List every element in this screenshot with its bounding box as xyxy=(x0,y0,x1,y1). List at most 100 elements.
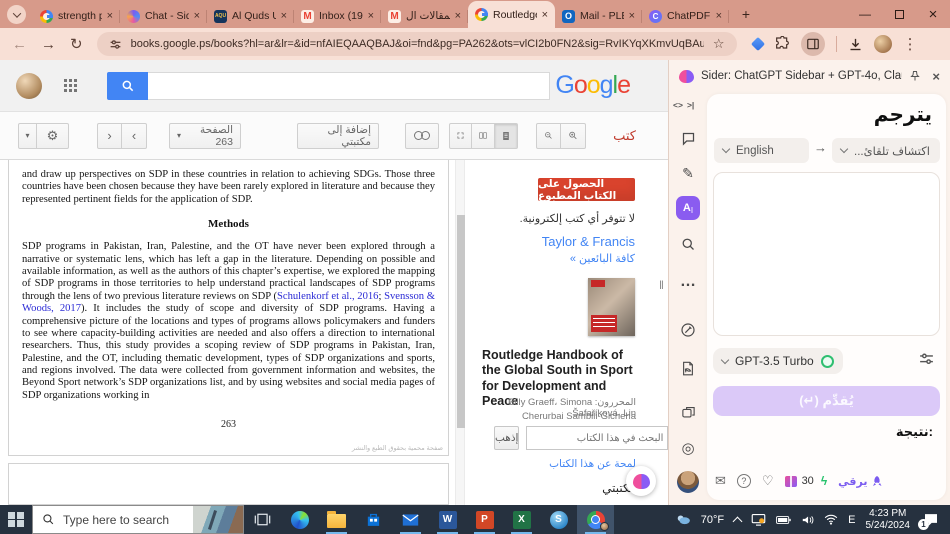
taskbar-app-excel[interactable]: X xyxy=(503,505,540,534)
all-sellers-link[interactable]: كافة البائعين » xyxy=(478,252,635,265)
target-lang-select[interactable]: English xyxy=(714,138,809,163)
browser-tab[interactable]: Chat - Sid × xyxy=(120,4,207,28)
collapse-code-icon[interactable]: <> xyxy=(673,100,683,110)
temperature-label[interactable]: 70°F xyxy=(701,514,724,526)
collapse-panel-icon[interactable]: >| xyxy=(687,100,694,110)
feedback-heart-icon[interactable]: ♡ xyxy=(762,473,774,489)
single-page-view-button[interactable] xyxy=(495,123,518,149)
go-button[interactable]: إذهب xyxy=(494,426,519,450)
taskbar-app-powerpoint[interactable]: P xyxy=(466,505,503,534)
page-select-dropdown[interactable]: الصفحة 263 ▾ xyxy=(169,123,241,149)
extensions-puzzle-icon[interactable] xyxy=(774,36,790,52)
browser-tab[interactable]: O Mail - PLE × xyxy=(555,4,642,28)
tab-close-icon[interactable]: × xyxy=(455,10,461,22)
translate-input[interactable] xyxy=(713,172,940,336)
credits-gift-icon[interactable] xyxy=(785,476,797,487)
books-search-input[interactable] xyxy=(148,72,550,100)
scrollbar-thumb[interactable] xyxy=(457,215,465,428)
zoom-in-button[interactable] xyxy=(561,123,586,149)
artist-tool-icon[interactable] xyxy=(676,318,700,342)
source-lang-select[interactable]: اكتشاف تلقائ... xyxy=(832,138,940,163)
email-icon[interactable]: ✉ xyxy=(715,473,726,489)
taskbar-app-chrome[interactable] xyxy=(577,505,614,534)
download-icon[interactable] xyxy=(848,37,863,52)
new-tab-button[interactable]: + xyxy=(735,3,757,25)
two-page-view-button[interactable] xyxy=(472,123,495,149)
volume-icon[interactable] xyxy=(801,514,814,526)
zoom-out-button[interactable] xyxy=(536,123,561,149)
browser-tab[interactable]: strength p × xyxy=(33,4,120,28)
tab-close-icon[interactable]: × xyxy=(368,10,374,22)
maximize-button[interactable] xyxy=(882,0,916,28)
site-settings-icon[interactable] xyxy=(109,38,122,51)
language-indicator[interactable]: E xyxy=(848,514,855,526)
panel-resize-handle[interactable]: ‖ xyxy=(659,278,663,292)
task-view-button[interactable] xyxy=(244,505,281,534)
tab-close-icon[interactable]: × xyxy=(716,10,722,22)
browser-tab[interactable]: C ChatPDF: × xyxy=(642,4,729,28)
url-text[interactable]: books.google.ps/books?hl=ar&lr=&id=nfAIE… xyxy=(131,38,704,50)
more-tools-icon[interactable]: … xyxy=(676,270,700,294)
close-window-button[interactable]: × xyxy=(916,0,950,28)
google-apps-grid-icon[interactable] xyxy=(64,79,77,92)
settings-caret-button[interactable]: ▾ xyxy=(18,123,37,149)
next-page-button[interactable]: › xyxy=(97,123,122,149)
write-tool-icon[interactable]: ✎ xyxy=(676,161,700,185)
ocr-tool-icon[interactable]: ◎ xyxy=(676,436,700,460)
pin-icon[interactable] xyxy=(909,70,921,82)
search-highlight-image[interactable] xyxy=(193,506,243,533)
search-tool-icon[interactable] xyxy=(676,232,700,256)
tab-close-icon[interactable]: × xyxy=(281,10,287,22)
tab-close-icon[interactable]: × xyxy=(107,10,113,22)
tab-close-icon[interactable]: × xyxy=(194,10,200,22)
bookmark-star-icon[interactable]: ☆ xyxy=(713,36,725,52)
taskbar-app-edge[interactable] xyxy=(281,505,318,534)
prev-page-button[interactable]: ‹ xyxy=(122,123,147,149)
books-home-link[interactable]: كتب xyxy=(613,128,636,144)
minimize-button[interactable]: — xyxy=(848,0,882,28)
taskbar-app-explorer[interactable] xyxy=(318,505,355,534)
browser-tab-active[interactable]: Routledge × xyxy=(468,1,555,28)
model-settings-icon[interactable] xyxy=(918,351,935,368)
taskbar-app-skype[interactable]: S xyxy=(540,505,577,534)
clock[interactable]: 4:23 PM 5/24/2024 xyxy=(866,508,911,531)
taskbar-app-word[interactable]: W xyxy=(429,505,466,534)
start-button[interactable] xyxy=(0,505,32,534)
taskbar-app-store[interactable] xyxy=(355,505,392,534)
browser-menu-icon[interactable]: ⋮ xyxy=(903,37,918,52)
address-bar[interactable]: books.google.ps/books?hl=ar&lr=&id=nfAIE… xyxy=(97,32,737,56)
get-link-button[interactable] xyxy=(405,123,439,149)
weather-icon[interactable] xyxy=(676,514,691,525)
chat-tool-icon[interactable] xyxy=(676,126,700,150)
books-account-avatar[interactable] xyxy=(16,73,42,99)
battery-icon[interactable] xyxy=(776,515,791,525)
translate-tool-icon[interactable]: Aا xyxy=(676,196,700,220)
about-book-link[interactable]: لمحة عن هذا الكتاب xyxy=(518,458,636,470)
model-select[interactable]: GPT-3.5 Turbo xyxy=(713,348,843,374)
book-page[interactable]: and draw up perspectives on SDP in these… xyxy=(8,160,449,456)
settings-gear-button[interactable]: ⚙ xyxy=(37,123,69,149)
drive-extension-icon[interactable] xyxy=(751,37,765,51)
wifi-icon[interactable] xyxy=(824,514,838,525)
profile-avatar[interactable] xyxy=(874,35,892,53)
upgrade-button[interactable]: يرقي xyxy=(838,475,883,488)
browser-tab[interactable]: M Inbox (19 × xyxy=(294,4,381,28)
screenshot-tool-icon[interactable] xyxy=(676,400,700,424)
boost-icon[interactable]: ϟ xyxy=(821,474,827,488)
reload-button[interactable]: ↻ xyxy=(70,37,83,52)
citation-link[interactable]: Schulenkorf et al., 2016 xyxy=(277,291,379,302)
forward-button[interactable]: → xyxy=(41,37,56,52)
help-icon[interactable]: ? xyxy=(737,474,751,488)
publisher-link[interactable]: Taylor & Francis xyxy=(478,234,635,249)
my-library-link[interactable]: مكتبتي xyxy=(556,481,636,495)
add-to-library-button[interactable]: إضافة إلى مكتبتي xyxy=(297,123,379,149)
browser-tab[interactable]: AQU Al Quds U × xyxy=(207,4,294,28)
close-panel-icon[interactable]: × xyxy=(932,69,940,84)
pdf-tool-icon[interactable] xyxy=(676,356,700,380)
tab-search-button[interactable] xyxy=(7,5,26,24)
book-cover[interactable] xyxy=(588,278,635,336)
book-search-input[interactable] xyxy=(526,426,668,450)
submit-button[interactable]: يُقدِّم (↵) xyxy=(713,386,940,416)
fullscreen-button[interactable] xyxy=(449,123,472,149)
taskbar-app-mail[interactable] xyxy=(392,505,429,534)
